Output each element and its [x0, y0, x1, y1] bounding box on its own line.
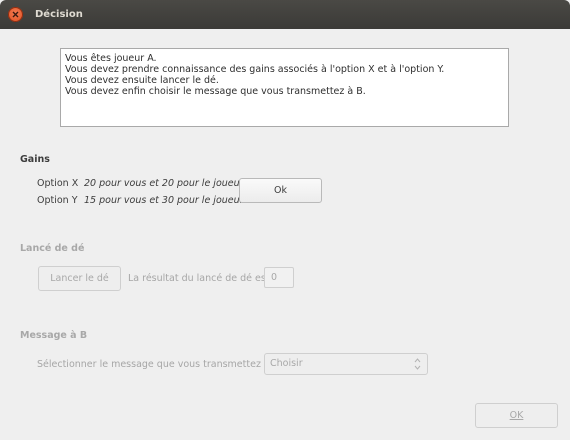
window-title: Décision [35, 9, 83, 20]
gains-ok-button[interactable]: Ok [239, 178, 322, 203]
close-icon [12, 11, 19, 18]
dialog-ok-label: OK [509, 410, 524, 421]
close-button[interactable] [8, 7, 23, 22]
instructions-textbox[interactable]: Vous êtes joueur A. Vous devez prendre c… [60, 48, 509, 127]
dice-result-field[interactable]: 0 [264, 267, 294, 288]
dialog-content: Vous êtes joueur A. Vous devez prendre c… [0, 29, 570, 440]
option-y-value: 15 pour vous et 30 pour le joueur B [84, 195, 254, 206]
option-x-label: Option X [37, 178, 79, 189]
spin-arrows-icon [414, 358, 421, 370]
gains-section-title: Gains [20, 154, 50, 165]
option-y-label: Option Y [37, 195, 78, 206]
dialog-ok-button[interactable]: OK [475, 403, 558, 428]
instruction-line: Vous devez enfin choisir le message que … [65, 86, 366, 97]
dice-section-title: Lancé de dé [20, 243, 85, 254]
message-select[interactable]: Choisir [264, 353, 428, 375]
message-select-label: Sélectionner le message que vous transme… [37, 359, 280, 370]
instruction-line: Vous êtes joueur A. [65, 53, 157, 64]
message-select-value: Choisir [270, 358, 303, 369]
instruction-line: Vous devez ensuite lancer le dé. [65, 75, 219, 86]
option-x-value: 20 pour vous et 20 pour le joueur B [84, 178, 254, 189]
roll-dice-button[interactable]: Lancer le dé [38, 266, 121, 291]
dice-result-label: La résultat du lancé de dé est [128, 273, 270, 284]
title-bar: Décision [0, 0, 570, 29]
message-section-title: Message à B [20, 330, 88, 341]
instruction-line: Vous devez prendre connaissance des gain… [65, 64, 445, 75]
